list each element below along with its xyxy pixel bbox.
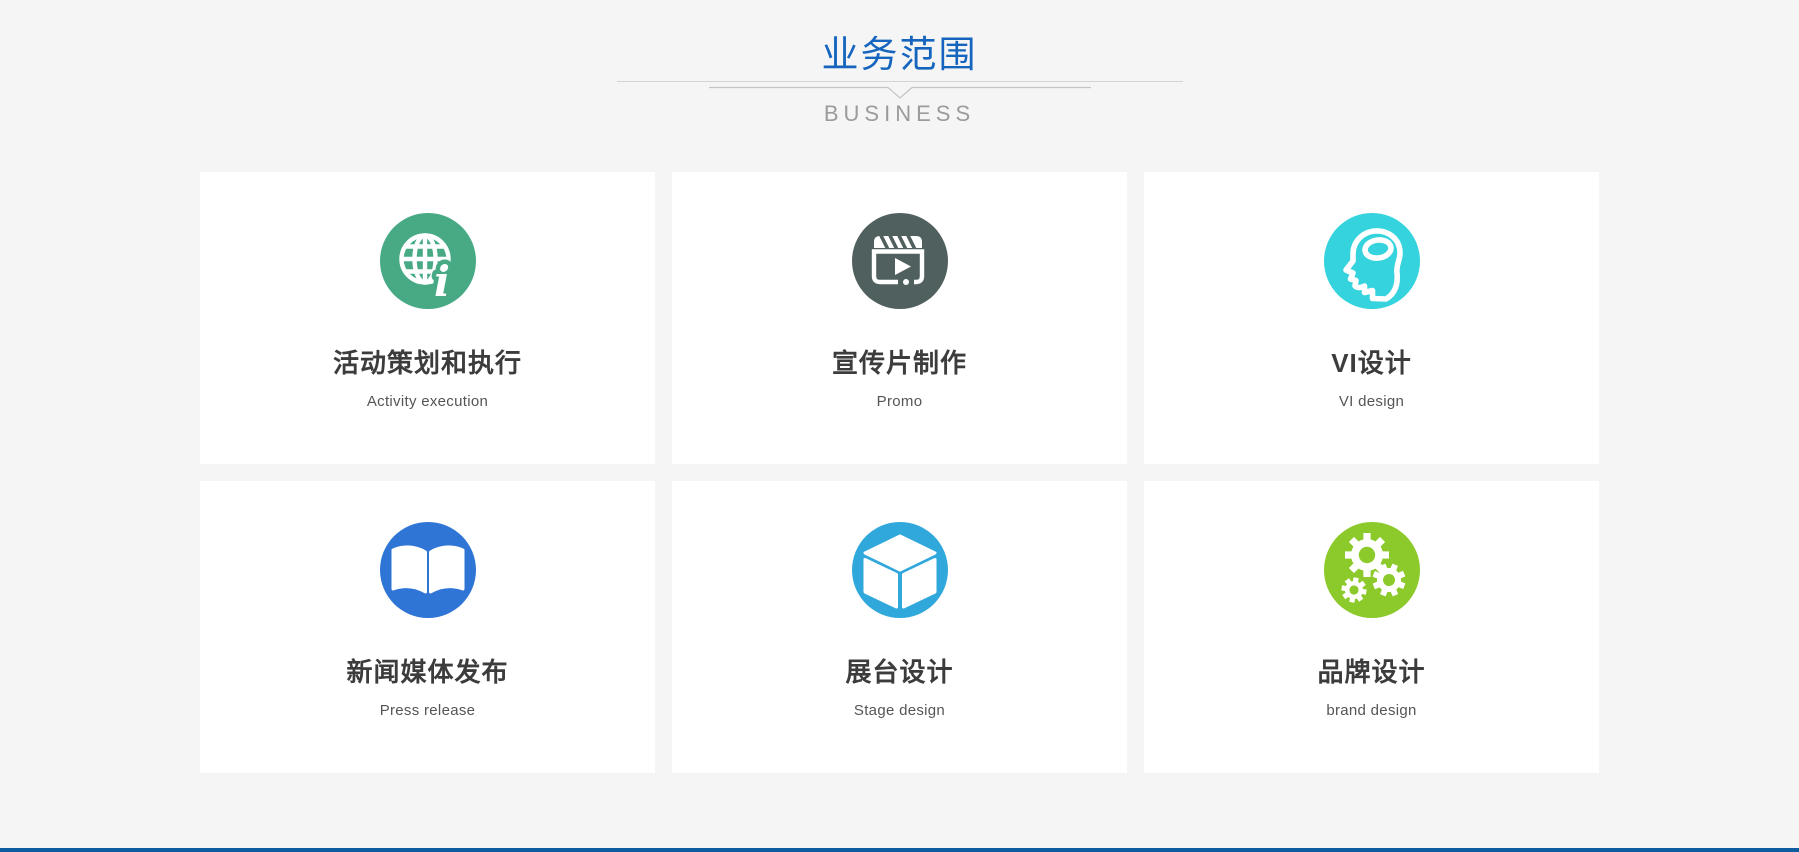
card-subtitle: Promo	[877, 393, 923, 410]
card-subtitle: Stage design	[854, 702, 945, 719]
clapperboard-play-icon	[852, 213, 948, 309]
card-subtitle: Activity execution	[367, 393, 488, 410]
card-title: VI设计	[1331, 343, 1412, 380]
service-card-stage-design: 展台设计 Stage design	[672, 481, 1127, 773]
service-card-brand-design: 品牌设计 brand design	[1144, 481, 1599, 773]
service-card-press-release: 新闻媒体发布 Press release	[200, 481, 655, 773]
card-title: 新闻媒体发布	[346, 652, 508, 689]
open-book-icon	[380, 522, 476, 618]
svg-text:i: i	[434, 257, 450, 306]
card-title: 展台设计	[845, 652, 953, 689]
card-title: 宣传片制作	[832, 343, 967, 380]
service-card-activity-execution: i 活动策划和执行 Activity execution	[200, 172, 655, 464]
service-card-promo: 宣传片制作 Promo	[672, 172, 1127, 464]
services-grid: i 活动策划和执行 Activity execution	[200, 172, 1599, 773]
globe-info-icon: i	[380, 213, 476, 309]
card-title: 活动策划和执行	[333, 343, 522, 380]
gears-icon	[1324, 522, 1420, 618]
cube-icon	[852, 522, 948, 618]
card-subtitle: Press release	[380, 702, 476, 719]
business-section: 业务范围 BUSINESS i 活	[0, 0, 1799, 852]
service-card-vi-design: VI设计 VI design	[1144, 172, 1599, 464]
head-profile-icon	[1324, 213, 1420, 309]
section-subtitle: BUSINESS	[0, 101, 1799, 127]
card-subtitle: VI design	[1339, 393, 1404, 410]
card-subtitle: brand design	[1326, 702, 1416, 719]
card-title: 品牌设计	[1317, 652, 1425, 689]
section-title: 业务范围	[0, 24, 1799, 78]
section-divider	[617, 76, 1183, 100]
footer-accent-bar	[0, 848, 1799, 852]
